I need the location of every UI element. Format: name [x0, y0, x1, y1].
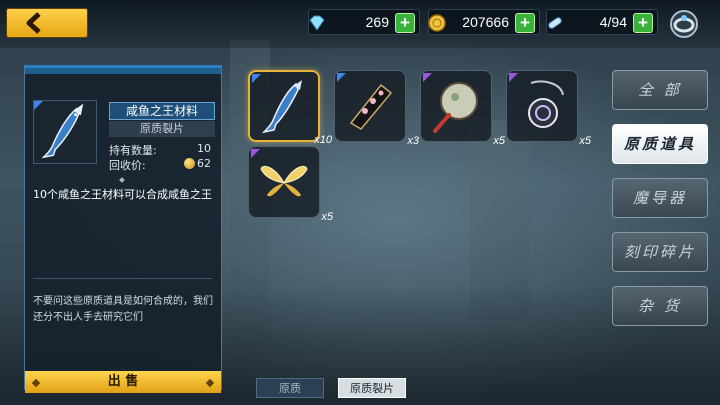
- salted-fish-icon: [41, 103, 84, 159]
- owned-value: 10: [197, 142, 211, 155]
- rarity-corner: [34, 101, 43, 110]
- add-diamond-button[interactable]: +: [395, 13, 415, 33]
- round-fan-icon: [433, 82, 478, 133]
- ring-icon[interactable]: [668, 8, 700, 40]
- sell-button[interactable]: 出 售: [25, 371, 221, 393]
- golden-wings-icon: [260, 165, 308, 197]
- top-bar: 269 + 207666 + 4/94 +: [0, 0, 720, 48]
- item-quantity: x5: [321, 211, 333, 223]
- item-quantity: x5: [579, 135, 591, 147]
- item-quantity: x5: [493, 135, 505, 147]
- stamina-counter: 4/94 +: [546, 9, 658, 35]
- item-description: 10个咸鱼之王材料可以合成咸鱼之王: [33, 188, 212, 201]
- salted-fish-icon: [261, 80, 302, 134]
- add-gold-button[interactable]: +: [515, 13, 535, 33]
- diamond-count: 269: [365, 14, 389, 30]
- category-tab-misc[interactable]: 杂 货: [612, 286, 708, 326]
- black-fan-icon: [349, 83, 393, 130]
- inventory-slot[interactable]: x5: [420, 70, 505, 147]
- divider-dot: [119, 177, 125, 183]
- category-tab-engraving-fragments[interactable]: 刻印碎片: [612, 232, 708, 272]
- add-stamina-button[interactable]: +: [633, 13, 653, 33]
- stamina-pill-icon: [548, 17, 562, 29]
- item-name: 咸鱼之王材料: [109, 102, 215, 120]
- gold-count: 207666: [462, 14, 509, 30]
- diamond-counter: 269 +: [308, 9, 420, 35]
- category-tab-magic-device[interactable]: 魔导器: [612, 178, 708, 218]
- subtab-origin-fragment[interactable]: 原质裂片: [338, 378, 406, 398]
- buyback-price-row: 回收价: 62: [109, 157, 217, 173]
- back-button[interactable]: [6, 8, 88, 38]
- stamina-count: 4/94: [599, 14, 627, 30]
- chevron-left-icon: [26, 12, 41, 34]
- inventory-slot[interactable]: x5: [248, 146, 333, 223]
- sell-button-ornament: [31, 378, 41, 388]
- gold-counter: 207666 +: [428, 9, 540, 35]
- selected-item-thumbnail: [33, 100, 97, 164]
- divider: [33, 278, 213, 279]
- panel-header-strip: [25, 68, 221, 74]
- subtab-origin[interactable]: 原质: [256, 378, 324, 398]
- item-quantity: x3: [407, 135, 419, 147]
- inventory-slot[interactable]: x3: [334, 70, 419, 147]
- buyback-value: 62: [197, 157, 211, 170]
- owned-count-row: 持有数量: 10: [109, 142, 217, 158]
- gold-coin-icon: [184, 158, 195, 169]
- item-detail-panel: 咸鱼之王材料 原质裂片 持有数量: 10 回收价: 62 10个咸鱼之王材料可以…: [24, 65, 222, 393]
- item-lore: 不要问这些原质道具是如何合成的，我们还分不出人手去研究它们: [33, 296, 213, 323]
- gold-coin-icon: [428, 14, 446, 32]
- inventory-slot[interactable]: x5: [506, 70, 591, 147]
- item-type: 原质裂片: [109, 121, 215, 137]
- item-quantity: x10: [314, 134, 332, 146]
- diamond-icon: [309, 15, 325, 31]
- category-tab-material[interactable]: 原质道具: [612, 124, 708, 164]
- inventory-slot[interactable]: x10: [248, 70, 332, 146]
- category-tab-all[interactable]: 全 部: [612, 70, 708, 110]
- owned-label: 持有数量:: [109, 144, 157, 157]
- pendant-icon: [528, 80, 564, 128]
- sell-button-ornament: [205, 378, 215, 388]
- buyback-label: 回收价:: [109, 159, 146, 172]
- sell-button-label: 出 售: [107, 374, 139, 389]
